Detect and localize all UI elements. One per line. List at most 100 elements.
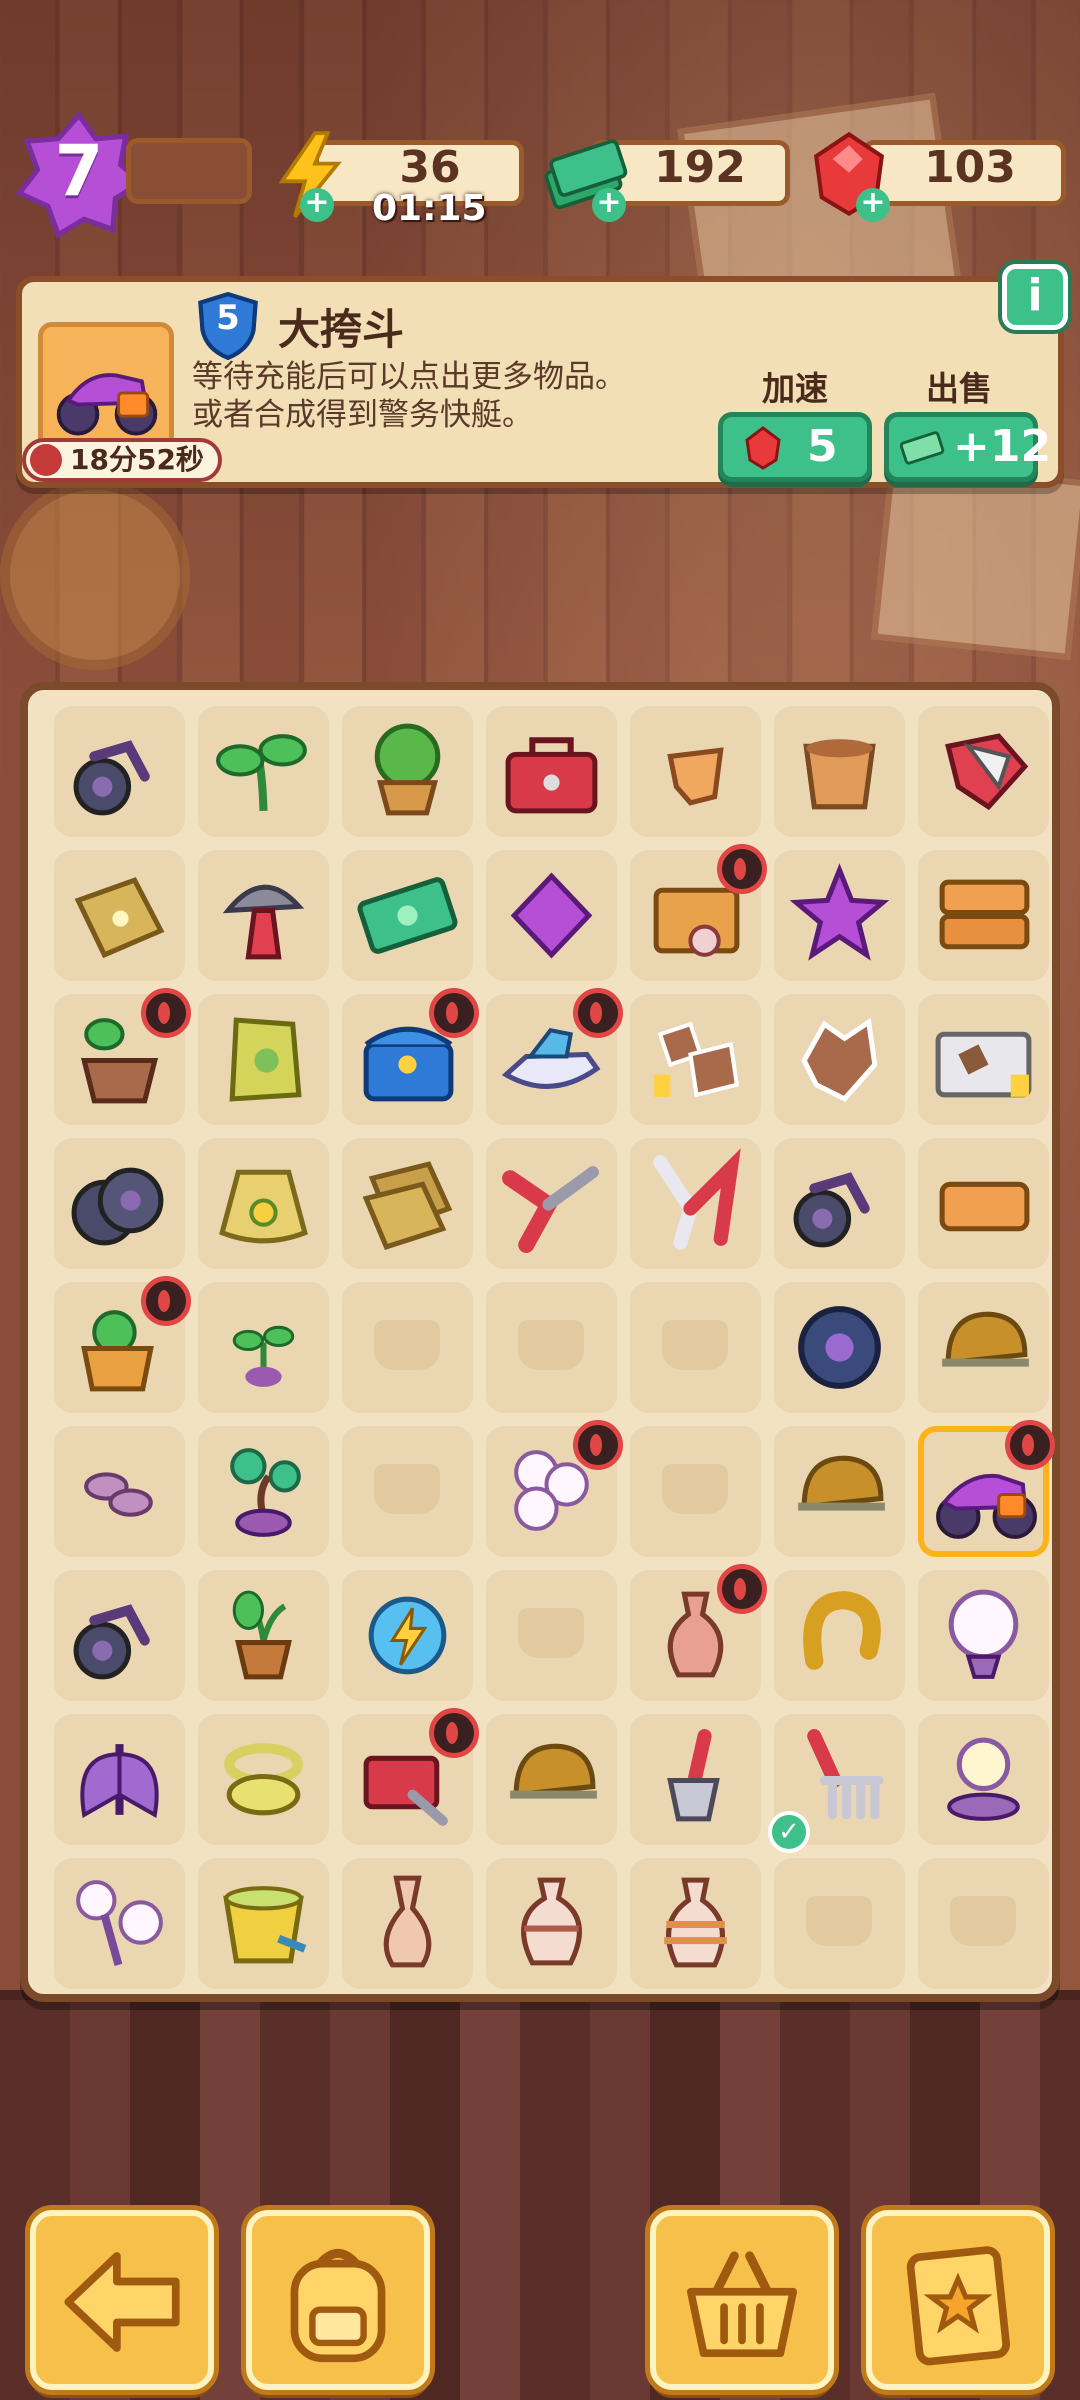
- cash-icon: [899, 431, 945, 465]
- board-cell[interactable]: [54, 1138, 185, 1269]
- board-cell[interactable]: [486, 706, 617, 837]
- leaf-icon: [801, 1017, 878, 1102]
- board-cell[interactable]: [342, 850, 473, 981]
- flower-sack-icon: [219, 1169, 308, 1244]
- board-cell[interactable]: [774, 1282, 905, 1413]
- pot-shard-icon: [667, 747, 724, 806]
- pruner-red-icon: [502, 1166, 599, 1253]
- item-description: 等待充能后可以点出更多物品。 或者合成得到警务快艇。: [192, 358, 626, 434]
- board-cell[interactable]: ✓: [768, 1714, 905, 1853]
- board-cell[interactable]: [54, 706, 185, 837]
- task-button[interactable]: [866, 2210, 1050, 2390]
- sell-value: +12: [953, 421, 1052, 472]
- board-cell[interactable]: [918, 1570, 1049, 1701]
- cooldown-timer-text: 18分52秒: [70, 443, 204, 476]
- board-cell[interactable]: [54, 988, 191, 1125]
- board-cell[interactable]: [918, 1138, 1049, 1269]
- bulb-lamp-icon: [948, 1589, 1019, 1679]
- gloves-icon: [945, 733, 1029, 811]
- beans-icon: [84, 1472, 153, 1517]
- board-cell[interactable]: [54, 1714, 185, 1845]
- board-cell[interactable]: [486, 850, 617, 981]
- board-cell[interactable]: [630, 1714, 761, 1845]
- board-cell[interactable]: [630, 1858, 761, 1989]
- board-cell[interactable]: [774, 994, 905, 1125]
- empty-cell[interactable]: [630, 1426, 761, 1557]
- board-cell[interactable]: [342, 706, 473, 837]
- board-cell[interactable]: [342, 988, 479, 1125]
- motorcycle-icon: [56, 373, 158, 436]
- board-cell[interactable]: [198, 1858, 329, 1989]
- empty-cell[interactable]: [486, 1282, 617, 1413]
- board-cell[interactable]: [198, 1714, 329, 1845]
- board-cell[interactable]: [198, 1426, 329, 1557]
- backpack-button[interactable]: [246, 2210, 430, 2390]
- board-cell[interactable]: [630, 994, 761, 1125]
- board-cell[interactable]: [918, 850, 1049, 981]
- basket-icon: [686, 2251, 798, 2358]
- board-cell[interactable]: [54, 1276, 191, 1413]
- horseshoe-icon: [803, 1591, 881, 1670]
- board-cell[interactable]: [486, 1714, 617, 1845]
- empty-cell[interactable]: [774, 1858, 905, 1989]
- bike-icon: [73, 740, 150, 816]
- board-cell[interactable]: [774, 1570, 905, 1701]
- cooldown-clock-icon: [573, 1420, 623, 1470]
- energy-orb-icon: [368, 1596, 447, 1675]
- board-cell[interactable]: [198, 850, 329, 981]
- board-cell[interactable]: [918, 706, 1049, 837]
- board-cell[interactable]: [630, 844, 767, 981]
- empty-cell[interactable]: [630, 1282, 761, 1413]
- empty-cell[interactable]: [342, 1426, 473, 1557]
- board-cell[interactable]: [918, 1420, 1055, 1557]
- board-cell[interactable]: [342, 1708, 479, 1845]
- board-cell[interactable]: [342, 1570, 473, 1701]
- board-cell[interactable]: [198, 1138, 329, 1269]
- speedup-button[interactable]: 5: [718, 412, 872, 482]
- seed-packets-icon: [362, 1161, 453, 1251]
- empty-cell[interactable]: [486, 1570, 617, 1701]
- board-cell[interactable]: [630, 706, 761, 837]
- moth-icon: [80, 1744, 159, 1819]
- board-cell[interactable]: [774, 706, 905, 837]
- board-cell[interactable]: [486, 1858, 617, 1989]
- board-cell[interactable]: [774, 1138, 905, 1269]
- helmet-icon: [798, 1455, 885, 1511]
- shovel-icon: [667, 1729, 720, 1822]
- add-cash-icon[interactable]: +: [592, 188, 626, 222]
- mushroom-axe-icon: [222, 884, 305, 960]
- basket-button[interactable]: [650, 2210, 834, 2390]
- board-cell[interactable]: [774, 1426, 905, 1557]
- info-button[interactable]: i: [1002, 264, 1068, 330]
- cooldown-timer: 18分52秒: [22, 438, 222, 482]
- add-energy-icon[interactable]: +: [300, 188, 334, 222]
- board-cell[interactable]: [918, 1282, 1049, 1413]
- vase-tall-icon: [383, 1875, 432, 1968]
- empty-cell[interactable]: [342, 1282, 473, 1413]
- board-cell[interactable]: [198, 1570, 329, 1701]
- board-cell[interactable]: [198, 994, 329, 1125]
- board-cell[interactable]: [774, 850, 905, 981]
- board-cell[interactable]: [54, 850, 185, 981]
- back-button[interactable]: [30, 2210, 214, 2390]
- board-cell[interactable]: [918, 994, 1049, 1125]
- merge-board: ✓: [20, 682, 1060, 2002]
- board-cell[interactable]: [486, 1138, 617, 1269]
- board-cell[interactable]: [630, 1138, 761, 1269]
- hose-icon: [224, 1743, 303, 1816]
- board-cell[interactable]: [54, 1426, 185, 1557]
- empty-cell[interactable]: [918, 1858, 1049, 1989]
- add-gems-icon[interactable]: +: [856, 188, 890, 222]
- sell-button[interactable]: +12: [884, 412, 1051, 482]
- board-cell[interactable]: [54, 1570, 185, 1701]
- board-cell[interactable]: [342, 1858, 473, 1989]
- board-cell[interactable]: [486, 1420, 623, 1557]
- cooldown-clock-icon: [1005, 1420, 1055, 1470]
- board-cell[interactable]: [342, 1138, 473, 1269]
- board-cell[interactable]: [54, 1858, 185, 1989]
- board-cell[interactable]: [198, 1282, 329, 1413]
- board-cell[interactable]: [486, 988, 623, 1125]
- board-cell[interactable]: [198, 706, 329, 837]
- board-cell[interactable]: [918, 1714, 1049, 1845]
- board-cell[interactable]: [630, 1564, 767, 1701]
